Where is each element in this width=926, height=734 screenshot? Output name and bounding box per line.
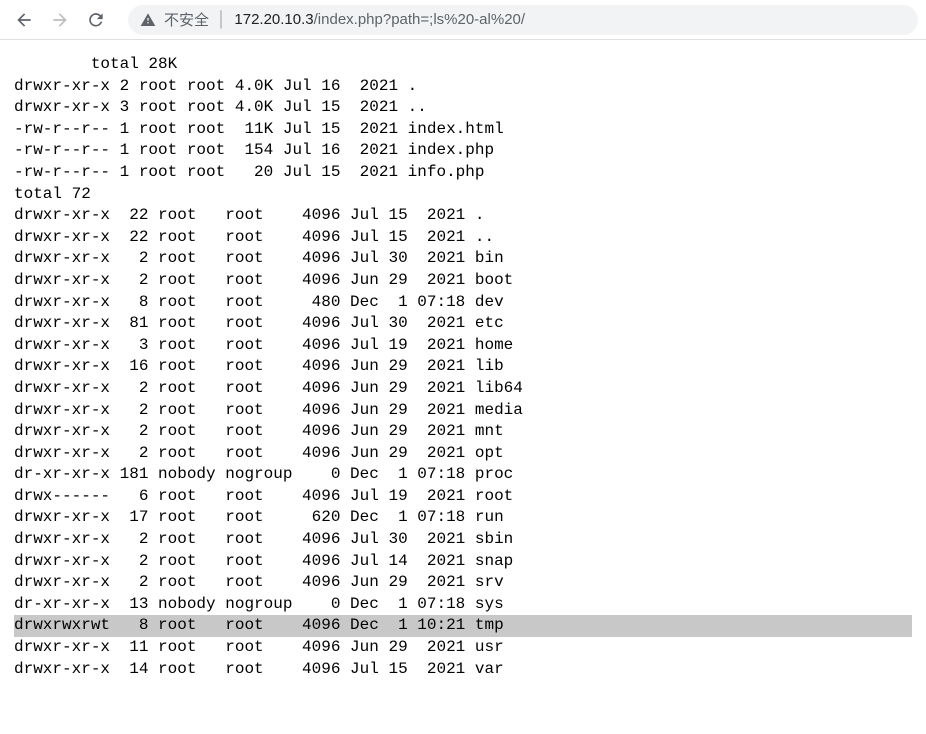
- listing-line: drwxr-xr-x 14 root root 4096 Jul 15 2021…: [14, 659, 912, 681]
- back-button[interactable]: [8, 4, 40, 36]
- listing-line: drwxr-xr-x 2 root root 4096 Jun 29 2021 …: [14, 443, 912, 465]
- listing-line: drwxr-xr-x 16 root root 4096 Jun 29 2021…: [14, 356, 912, 378]
- listing-line: drwxr-xr-x 2 root root 4096 Jun 29 2021 …: [14, 400, 912, 422]
- listing-line: -rw-r--r-- 1 root root 11K Jul 15 2021 i…: [14, 119, 912, 141]
- listing-line: drwxr-xr-x 2 root root 4.0K Jul 16 2021 …: [14, 76, 912, 98]
- listing-line: -rw-r--r-- 1 root root 154 Jul 16 2021 i…: [14, 140, 912, 162]
- browser-toolbar: 不安全 │ 172.20.10.3/index.php?path=;ls%20-…: [0, 0, 926, 40]
- address-divider: │: [217, 11, 226, 28]
- listing-line: dr-xr-xr-x 13 nobody nogroup 0 Dec 1 07:…: [14, 594, 912, 616]
- listing-line: drwxr-xr-x 11 root root 4096 Jun 29 2021…: [14, 637, 912, 659]
- listing-line: -rw-r--r-- 1 root root 20 Jul 15 2021 in…: [14, 162, 912, 184]
- insecure-label: 不安全: [164, 9, 209, 30]
- arrow-left-icon: [14, 10, 34, 30]
- insecure-warning-icon: [140, 12, 156, 28]
- url-host: 172.20.10.3: [234, 11, 313, 28]
- reload-button[interactable]: [80, 4, 112, 36]
- listing-line: drwxr-xr-x 2 root root 4096 Jun 29 2021 …: [14, 378, 912, 400]
- listing-line: drwxr-xr-x 22 root root 4096 Jul 15 2021…: [14, 227, 912, 249]
- page-content: total 28Kdrwxr-xr-x 2 root root 4.0K Jul…: [0, 40, 926, 700]
- listing-line: drwxr-xr-x 2 root root 4096 Jul 30 2021 …: [14, 248, 912, 270]
- listing-line: drwxr-xr-x 2 root root 4096 Jul 14 2021 …: [14, 551, 912, 573]
- url-path: /index.php?path=;ls%20-al%20/: [314, 11, 525, 28]
- listing-line: drwxr-xr-x 2 root root 4096 Jul 30 2021 …: [14, 529, 912, 551]
- url-text: 172.20.10.3/index.php?path=;ls%20-al%20/: [234, 11, 525, 28]
- listing-line: drwxr-xr-x 2 root root 4096 Jun 29 2021 …: [14, 270, 912, 292]
- reload-icon: [86, 10, 106, 30]
- listing-line: dr-xr-xr-x 181 nobody nogroup 0 Dec 1 07…: [14, 464, 912, 486]
- listing-line: drwxr-xr-x 2 root root 4096 Jun 29 2021 …: [14, 572, 912, 594]
- listing-line: drwxr-xr-x 3 root root 4.0K Jul 15 2021 …: [14, 97, 912, 119]
- listing-line: drwxr-xr-x 81 root root 4096 Jul 30 2021…: [14, 313, 912, 335]
- listing-line: drwxrwxrwt 8 root root 4096 Dec 1 10:21 …: [14, 615, 912, 637]
- listing-line: total 72: [14, 184, 912, 206]
- listing-line: drwxr-xr-x 8 root root 480 Dec 1 07:18 d…: [14, 292, 912, 314]
- forward-button[interactable]: [44, 4, 76, 36]
- listing-line: total 28K: [14, 54, 912, 76]
- address-bar[interactable]: 不安全 │ 172.20.10.3/index.php?path=;ls%20-…: [128, 5, 918, 35]
- listing-line: drwxr-xr-x 17 root root 620 Dec 1 07:18 …: [14, 507, 912, 529]
- arrow-right-icon: [50, 10, 70, 30]
- listing-line: drwxr-xr-x 3 root root 4096 Jul 19 2021 …: [14, 335, 912, 357]
- listing-line: drwxr-xr-x 2 root root 4096 Jun 29 2021 …: [14, 421, 912, 443]
- listing-line: drwxr-xr-x 22 root root 4096 Jul 15 2021…: [14, 205, 912, 227]
- listing-line: drwx------ 6 root root 4096 Jul 19 2021 …: [14, 486, 912, 508]
